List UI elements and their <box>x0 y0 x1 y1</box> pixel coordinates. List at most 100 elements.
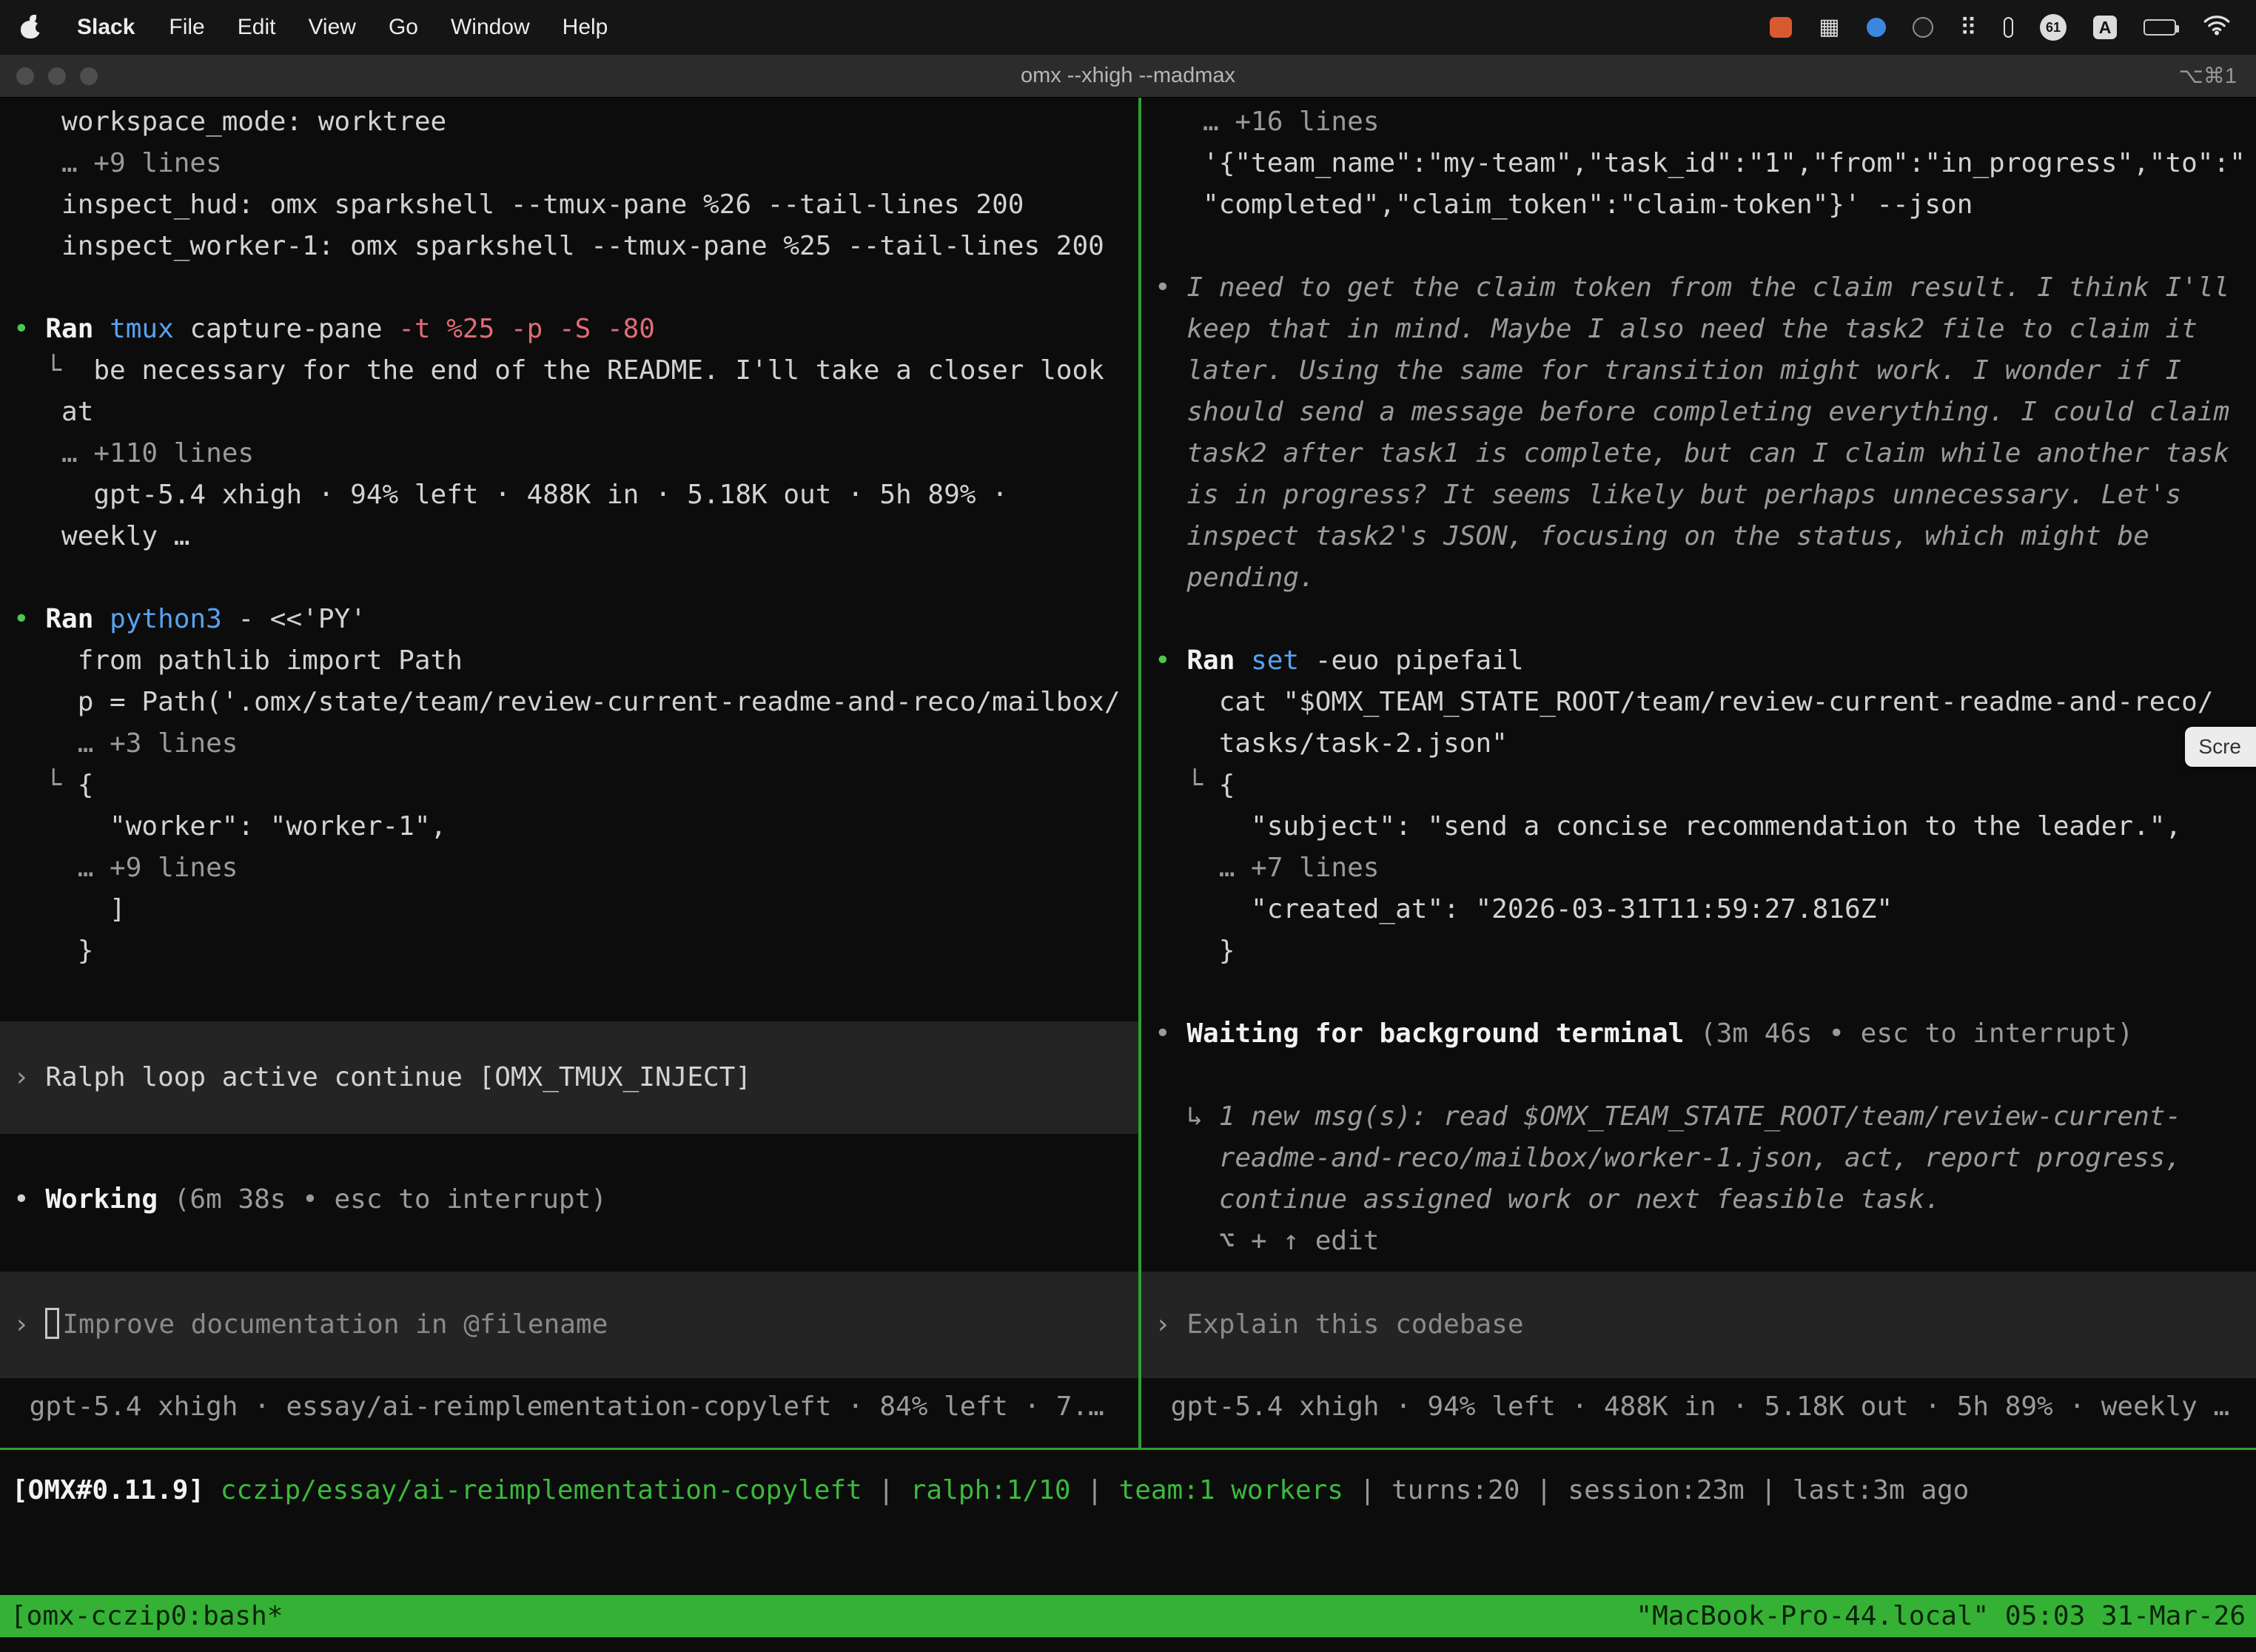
text-segment: tmux <box>110 314 189 344</box>
terminal-line: is in progress? It seems likely but perh… <box>1141 474 2256 516</box>
text-segment: | <box>1520 1475 1568 1505</box>
input-source-icon[interactable]: A <box>2093 16 2117 39</box>
terminal-line: later. Using the same for transition mig… <box>1141 350 2256 392</box>
text-segment: (3m 46s • esc to interrupt) <box>1700 1018 2133 1049</box>
text-segment: • <box>13 314 45 344</box>
text-segment: p = Path('.omx/state/team/review-current… <box>13 687 1121 717</box>
text-segment: • <box>13 1184 45 1215</box>
text-segment: | <box>1343 1475 1391 1505</box>
text-segment: • <box>1155 645 1186 676</box>
text-segment: -t %25 -p -S -80 <box>398 314 655 344</box>
text-segment: set <box>1251 645 1315 676</box>
text-segment <box>1155 563 1186 593</box>
text-segment: readme-and-reco/mailbox/worker-1.json, a… <box>1155 1143 2181 1173</box>
terminal-line: cat "$OMX_TEAM_STATE_ROOT/team/review-cu… <box>1141 682 2256 723</box>
wifi-icon[interactable] <box>2203 13 2231 41</box>
menubar: Slack FileEditViewGoWindowHelp ▦ ⠿ 61 A <box>0 0 2256 55</box>
screen-notification-label: Scre <box>2198 735 2241 759</box>
menu-help[interactable]: Help <box>546 15 625 40</box>
text-segment: ralph:1/10 <box>910 1475 1071 1505</box>
text-segment: capture-pane <box>189 314 398 344</box>
close-button[interactable] <box>16 67 34 85</box>
terminal-line: › Explain this codebase <box>1141 1304 1524 1346</box>
terminal-line: … +9 lines <box>0 143 1138 184</box>
terminal-line: "subject": "send a concise recommendatio… <box>1141 806 2256 847</box>
terminal-line <box>1141 599 2256 640</box>
text-segment: Waiting for background terminal <box>1186 1018 1700 1049</box>
terminal-line: • Working (6m 38s • esc to interrupt) <box>0 1179 1138 1220</box>
grid-icon[interactable]: ▦ <box>1819 16 1839 38</box>
terminal-line: "completed","claim_token":"claim-token"}… <box>1141 184 2256 226</box>
text-segment: "completed","claim_token":"claim-token"}… <box>1155 189 1973 220</box>
text-segment: gpt-5.4 xhigh · 94% left · 488K in · 5.1… <box>13 480 1008 510</box>
text-segment <box>1155 314 1186 344</box>
terminal-line: … +7 lines <box>1141 847 2256 889</box>
text-segment: } <box>1155 936 1235 966</box>
zoom-button[interactable] <box>80 67 98 85</box>
pane-right[interactable]: … +16 lines '{"team_name":"my-team","tas… <box>1141 98 2256 1448</box>
window-shortcut: ⌥⌘1 <box>2178 63 2237 89</box>
text-segment: cat "$OMX_TEAM_STATE_ROOT/team/review-cu… <box>1155 687 2213 717</box>
text-segment: | <box>1071 1475 1119 1505</box>
prompt-input-left[interactable]: › Improve documentation in @filename <box>0 1272 1138 1378</box>
badge-61-icon[interactable]: 61 <box>2040 14 2067 41</box>
tmux-host-clock: "MacBook-Pro-44.local" 05:03 31-Mar-26 <box>1636 1601 2246 1631</box>
terminal-line: gpt-5.4 xhigh · essay/ai-reimplementatio… <box>0 1386 1138 1428</box>
text-segment: '{"team_name":"my-team","task_id":"1","f… <box>1155 148 2246 178</box>
text-segment: … +9 lines <box>13 853 238 883</box>
text-segment: is in progress? It seems likely but perh… <box>1186 480 2181 510</box>
terminal-line: '{"team_name":"my-team","task_id":"1","f… <box>1141 143 2256 184</box>
text-segment: • <box>1155 1018 1186 1049</box>
terminal-line: • I need to get the claim token from the… <box>1141 267 2256 309</box>
terminal-line <box>0 557 1138 599</box>
app-grid-icon[interactable]: ⠿ <box>1960 16 1977 39</box>
text-segment: weekly … <box>13 521 189 551</box>
blue-app-icon[interactable] <box>1867 18 1886 37</box>
text-segment: workspace_mode: worktree <box>13 107 446 137</box>
terminal-line: • Ran python3 - <<'PY' <box>0 599 1138 640</box>
dark-circle-app-icon[interactable] <box>1913 17 1933 38</box>
text-segment: continue assigned work or next feasible … <box>1155 1184 1941 1215</box>
traffic-lights <box>16 55 98 97</box>
apple-menu-icon[interactable] <box>21 16 40 38</box>
minimize-button[interactable] <box>48 67 66 85</box>
menu-app-name[interactable]: Slack <box>67 15 145 40</box>
terminal-line: readme-and-reco/mailbox/worker-1.json, a… <box>1141 1138 2256 1179</box>
screen-notification[interactable]: Scre <box>2185 727 2256 767</box>
terminal-line: pending. <box>1141 557 2256 599</box>
terminal-line: └ { <box>0 765 1138 806</box>
menu-window[interactable]: Window <box>434 15 546 40</box>
menu-go[interactable]: Go <box>372 15 434 40</box>
terminal-line: ] <box>0 889 1138 930</box>
terminal-line: ⌥ + ↑ edit <box>1141 1220 2256 1262</box>
text-segment: inspect_hud: omx sparkshell --tmux-pane … <box>13 189 1024 220</box>
battery-icon[interactable] <box>2143 19 2176 36</box>
terminal-line: • Waiting for background terminal (3m 46… <box>1141 1013 2256 1055</box>
text-segment: session:23m <box>1568 1475 1744 1505</box>
terminal-line: workspace_mode: worktree <box>0 101 1138 143</box>
terminal-line: ↳ 1 new msg(s): read $OMX_TEAM_STATE_ROO… <box>1141 1096 2256 1138</box>
terminal-line: weekly … <box>0 516 1138 557</box>
text-segment: later. Using the same for transition mig… <box>1186 355 2181 386</box>
menu-view[interactable]: View <box>292 15 372 40</box>
text-segment: last:3m ago <box>1793 1475 1969 1505</box>
pane-left[interactable]: workspace_mode: worktree … +9 lines insp… <box>0 98 1138 1448</box>
tmux-status-bar: [omx-cczip0:bash* "MacBook-Pro-44.local"… <box>0 1595 2256 1637</box>
pill-icon[interactable] <box>2004 17 2013 38</box>
screen-recording-indicator-icon[interactable] <box>1770 17 1792 38</box>
menu-file[interactable]: File <box>152 15 221 40</box>
text-segment: python3 <box>110 604 238 634</box>
text-segment: Ran <box>45 314 110 344</box>
terminal-line: inspect task2's JSON, focusing on the st… <box>1141 516 2256 557</box>
terminal-line: "created_at": "2026-03-31T11:59:27.816Z" <box>1141 889 2256 930</box>
window-title: omx --xhigh --madmax <box>1021 64 1235 88</box>
text-segment: └ <box>1155 770 1219 800</box>
text-segment: 1 new msg(s): read $OMX_TEAM_STATE_ROOT/… <box>1219 1101 2181 1132</box>
scrollback-right: … +16 lines '{"team_name":"my-team","tas… <box>1141 101 2256 1262</box>
menu-edit[interactable]: Edit <box>221 15 292 40</box>
text-segment: - <<'PY' <box>238 604 366 634</box>
terminal-line <box>1141 226 2256 267</box>
terminal-line: "worker": "worker-1", <box>0 806 1138 847</box>
terminal-line <box>1141 972 2256 1013</box>
prompt-input-right[interactable]: › Explain this codebase <box>1141 1272 2256 1378</box>
